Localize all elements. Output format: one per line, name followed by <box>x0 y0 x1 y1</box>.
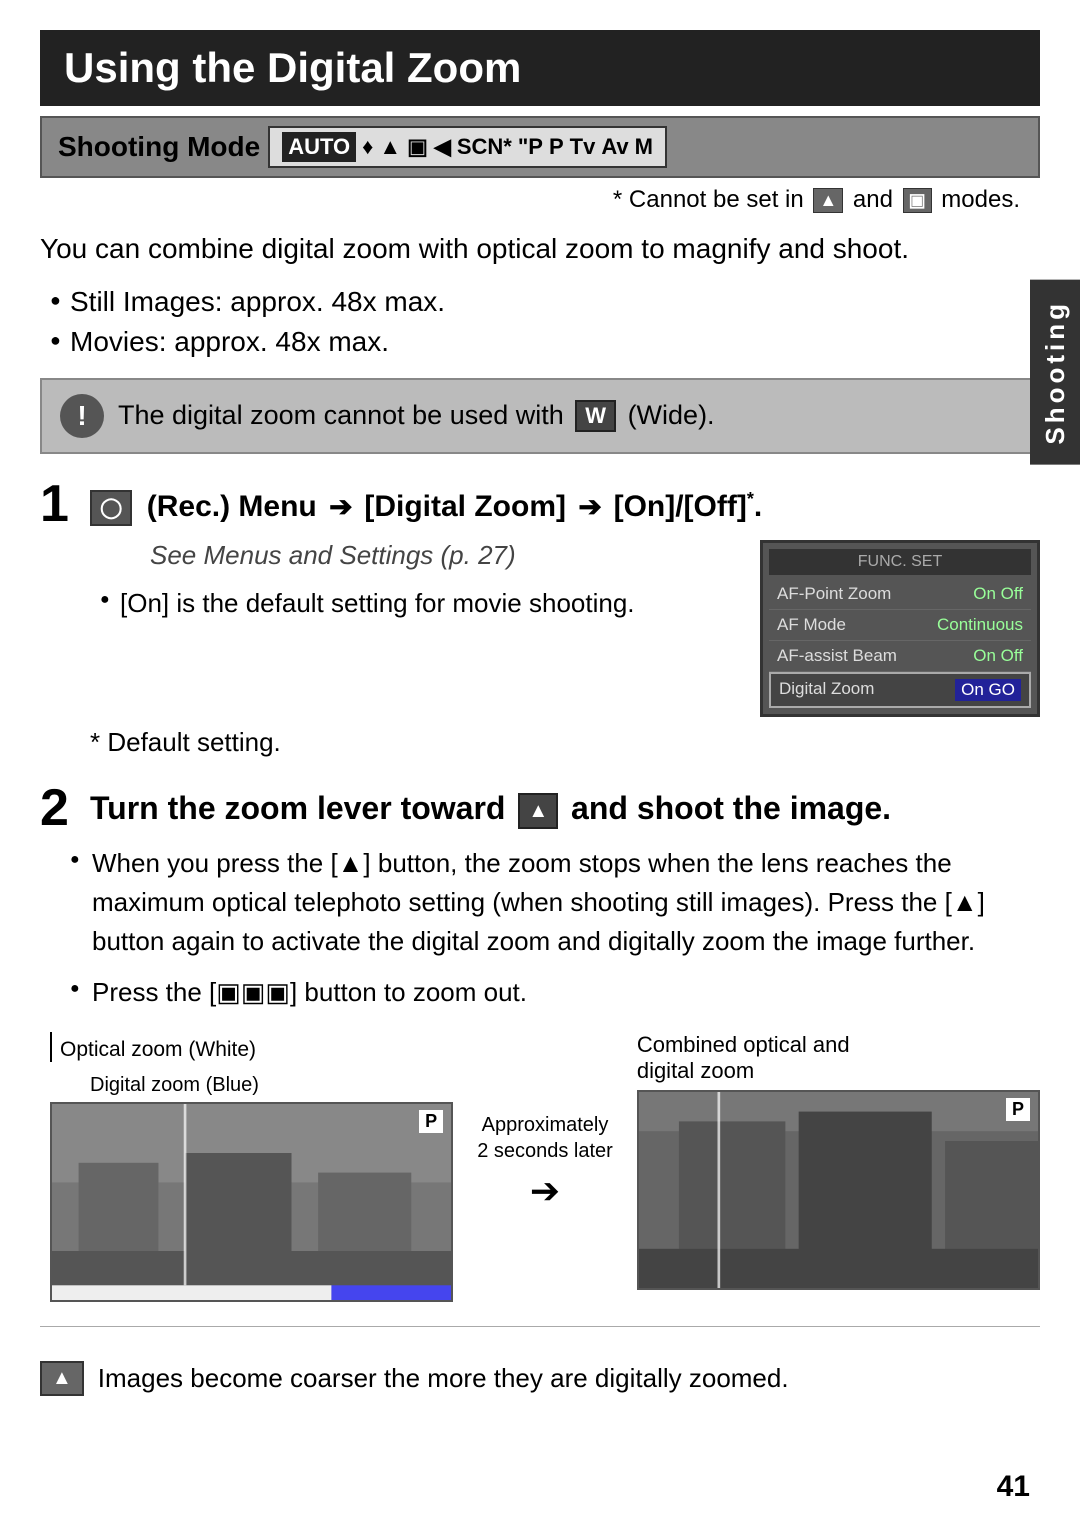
rec-icon: ◯ <box>90 490 132 526</box>
step1-superscript: * <box>747 489 754 509</box>
cannot-set-and: and <box>853 186 893 213</box>
camera-screen: FUNC. SET AF-Point Zoom On Off AF Mode C… <box>760 540 1040 717</box>
step1-bullets: [On] is the default setting for movie sh… <box>90 585 740 621</box>
sidebar-tab: Shooting <box>1030 280 1080 465</box>
step1-section: 1 ◯ (Rec.) Menu ➔ [Digital Zoom] ➔ [On]/… <box>40 478 1040 758</box>
menu-label: AF Mode <box>777 615 846 635</box>
step2-section: 2 Turn the zoom lever toward ▲ and shoot… <box>40 782 1040 1302</box>
combined-zoom-label: Combined optical anddigital zoom <box>637 1032 1040 1084</box>
zoom-left-container: Optical zoom (White) Digital zoom (Blue) <box>50 1032 453 1302</box>
zoom-image-left: P <box>50 1102 453 1302</box>
list-item: Movies: approx. 48x max. <box>50 326 1040 358</box>
cannot-set-note: * Cannot be set in ▲ and ▣ modes. <box>40 186 1040 214</box>
page-container: Using the Digital Zoom Shooting Mode AUT… <box>0 0 1080 1534</box>
camera-screen-header: FUNC. SET <box>769 549 1031 575</box>
cannot-set-icon2: ▣ <box>903 188 932 213</box>
step2-bullets: When you press the [▲] button, the zoom … <box>40 844 1040 1012</box>
bottom-note-icon: ▲ <box>40 1361 84 1396</box>
step2-bullet-2: Press the [▣▣▣] button to zoom out. <box>70 973 1040 1012</box>
camera-menu-row-active: Digital Zoom On GO <box>769 672 1031 708</box>
list-item: Still Images: approx. 48x max. <box>50 286 1040 318</box>
step1-bullet: [On] is the default setting for movie sh… <box>100 585 740 621</box>
bottom-note: ▲ Images become coarser the more they ar… <box>40 1351 1040 1406</box>
tele-icon: ▲ <box>518 793 558 829</box>
step1-title-part3: [On]/[Off] <box>614 490 747 523</box>
menu-value: On Off <box>973 646 1023 666</box>
mode-label: Shooting Mode <box>58 131 260 163</box>
menu-label: Digital Zoom <box>779 679 874 701</box>
approx-text: Approximately2 seconds later <box>477 1112 613 1164</box>
zoom-right-container: Combined optical anddigital zoom <box>637 1032 1040 1290</box>
mode-icon-1: ♦ <box>362 134 373 160</box>
zoom-p-badge: P <box>419 1110 443 1133</box>
zoom-image-combined: P <box>637 1090 1040 1290</box>
mode-icon-tv: Tv <box>570 134 596 160</box>
zoom-arrow-container: Approximately2 seconds later ➔ <box>477 1032 613 1212</box>
step1-number: 1 <box>40 478 76 530</box>
digital-zoom-label: Digital zoom (Blue) <box>90 1074 259 1096</box>
step2-title-part1: Turn the zoom lever toward <box>90 790 505 826</box>
step1-title-part1: (Rec.) Menu <box>147 490 317 523</box>
step1-arrow2: ➔ <box>578 491 609 522</box>
step2-header: 2 Turn the zoom lever toward ▲ and shoot… <box>40 782 1040 834</box>
optical-zoom-text: Optical zoom (White) <box>60 1038 256 1062</box>
step1-arrow1: ➔ <box>329 491 360 522</box>
camera-menu-row: AF-assist Beam On Off <box>769 641 1031 672</box>
zoom-image-left-inner: P <box>52 1104 451 1300</box>
cannot-set-modes: modes. <box>941 186 1020 213</box>
mode-icon-scn: SCN* <box>457 134 512 160</box>
big-arrow-icon: ➔ <box>530 1170 560 1212</box>
step1-title-part2: [Digital Zoom] <box>364 490 566 523</box>
zoom-scene-left <box>52 1104 451 1300</box>
mode-icon-av: Av <box>601 134 628 160</box>
step1-period: . <box>754 490 762 523</box>
step2-title: Turn the zoom lever toward ▲ and shoot t… <box>90 782 891 831</box>
cannot-set-icon1: ▲ <box>813 188 843 213</box>
shooting-mode-bar: Shooting Mode AUTO ♦ ▲ ▣ ◀ SCN* "P P Tv … <box>40 116 1040 178</box>
warning-icon: ! <box>60 394 104 438</box>
menu-label: AF-Point Zoom <box>777 584 891 604</box>
bottom-note-text: Images become coarser the more they are … <box>98 1363 789 1394</box>
camera-menu-row: AF-Point Zoom On Off <box>769 579 1031 610</box>
zoom-image-combined-inner: P <box>639 1092 1038 1288</box>
wide-icon: W <box>575 400 616 432</box>
default-note: * Default setting. <box>40 727 1040 758</box>
step2-title-part2: and shoot the image. <box>571 790 891 826</box>
warning-box: ! The digital zoom cannot be used with W… <box>40 378 1040 454</box>
zoom-scene-right <box>639 1092 1038 1288</box>
menu-value: Continuous <box>937 615 1023 635</box>
intro-text: You can combine digital zoom with optica… <box>40 228 1040 270</box>
menu-value-active: On GO <box>955 679 1021 701</box>
mode-icon-3: ▣ <box>407 134 428 160</box>
mode-icon-4: ◀ <box>434 134 451 160</box>
page-title: Using the Digital Zoom <box>40 30 1040 106</box>
warning-text: The digital zoom cannot be used with W (… <box>118 400 715 433</box>
step1-title: ◯ (Rec.) Menu ➔ [Digital Zoom] ➔ [On]/[O… <box>90 478 762 528</box>
mode-icon-p1: "P <box>518 134 543 160</box>
step1-content: See Menus and Settings (p. 27) [On] is t… <box>40 540 1040 717</box>
zoom-combined-p-badge: P <box>1006 1098 1030 1121</box>
cannot-set-text: * Cannot be set in <box>613 186 804 213</box>
menu-label: AF-assist Beam <box>777 646 897 666</box>
optical-zoom-label: Optical zoom (White) <box>50 1032 453 1062</box>
page-number: 41 <box>997 1470 1030 1504</box>
divider <box>40 1326 1040 1327</box>
step2-bullet-1: When you press the [▲] button, the zoom … <box>70 844 1040 961</box>
menu-value: On Off <box>973 584 1023 604</box>
step1-text: See Menus and Settings (p. 27) [On] is t… <box>90 540 740 629</box>
auto-icon: AUTO <box>282 132 356 162</box>
bullet-list: Still Images: approx. 48x max. Movies: a… <box>40 286 1040 358</box>
mode-icons: AUTO ♦ ▲ ▣ ◀ SCN* "P P Tv Av M <box>268 126 667 168</box>
step1-header: 1 ◯ (Rec.) Menu ➔ [Digital Zoom] ➔ [On]/… <box>40 478 1040 530</box>
mode-icon-2: ▲ <box>379 134 401 160</box>
step1-subtitle: See Menus and Settings (p. 27) <box>90 540 740 571</box>
optical-zoom-line <box>50 1032 52 1062</box>
mode-icon-p: P <box>549 134 564 160</box>
camera-menu-row: AF Mode Continuous <box>769 610 1031 641</box>
zoom-diagram: Optical zoom (White) Digital zoom (Blue) <box>40 1032 1040 1302</box>
step2-number: 2 <box>40 782 76 834</box>
mode-icon-m: M <box>635 134 653 160</box>
